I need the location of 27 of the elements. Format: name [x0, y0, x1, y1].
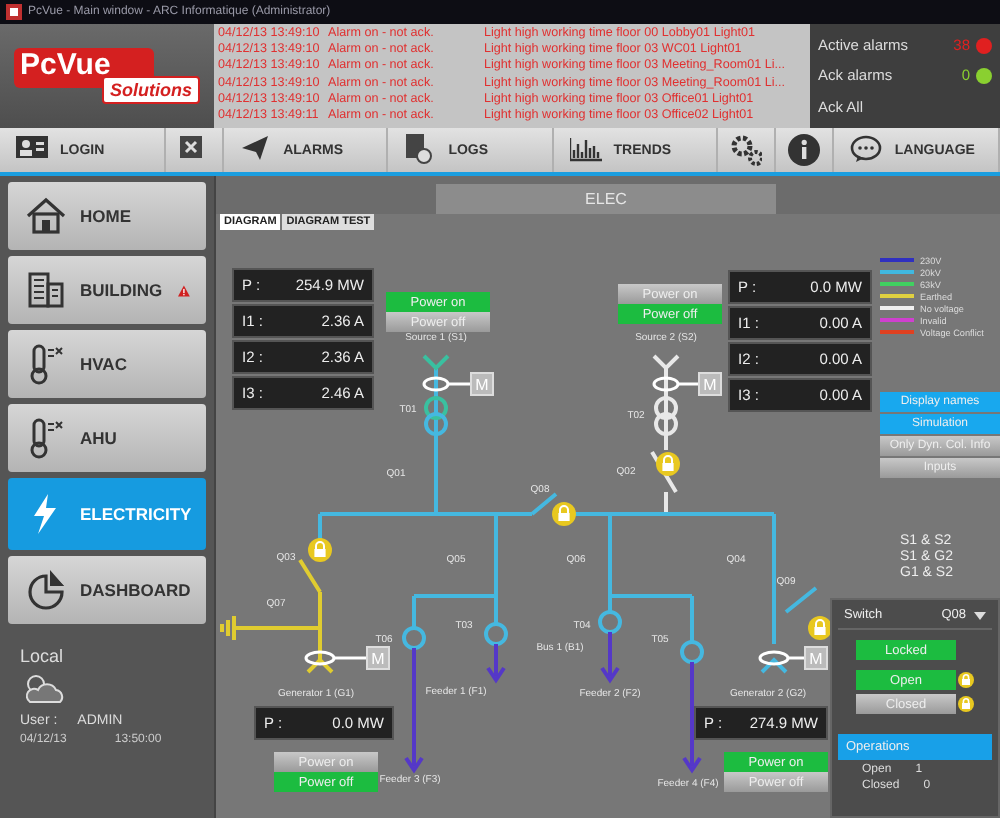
cloud-sun-icon — [20, 672, 68, 704]
lock-icon — [552, 502, 576, 526]
motor-box: M — [366, 646, 390, 670]
chart-icon — [569, 134, 602, 166]
pie-chart-icon — [24, 568, 68, 612]
sidebar-item[interactable]: HVAC — [8, 330, 206, 398]
sidebar-item[interactable]: ELECTRICITY — [8, 478, 206, 550]
caret-icon — [974, 611, 986, 619]
logo-tagline: Solutions — [102, 76, 200, 104]
motor-box: M — [698, 372, 722, 396]
house-icon — [24, 194, 68, 238]
settings-icon[interactable] — [730, 134, 763, 166]
building-icon — [24, 268, 68, 312]
lock-icon — [656, 452, 680, 476]
speech-bubble-icon — [850, 134, 883, 166]
sidebar-item[interactable]: AHU — [8, 404, 206, 472]
app-icon — [6, 4, 22, 20]
view-title: ELEC — [436, 184, 776, 214]
info-icon[interactable] — [788, 134, 821, 166]
sidebar-item[interactable]: DASHBOARD — [8, 556, 206, 624]
sidebar-item[interactable]: BUILDING — [8, 256, 206, 324]
lock-icon — [808, 616, 832, 640]
motor-box: M — [470, 372, 494, 396]
location-label: Local — [20, 646, 66, 666]
motor-box: M — [804, 646, 828, 670]
lock-icon — [308, 538, 332, 562]
sidebar-item[interactable]: HOME — [8, 182, 206, 250]
